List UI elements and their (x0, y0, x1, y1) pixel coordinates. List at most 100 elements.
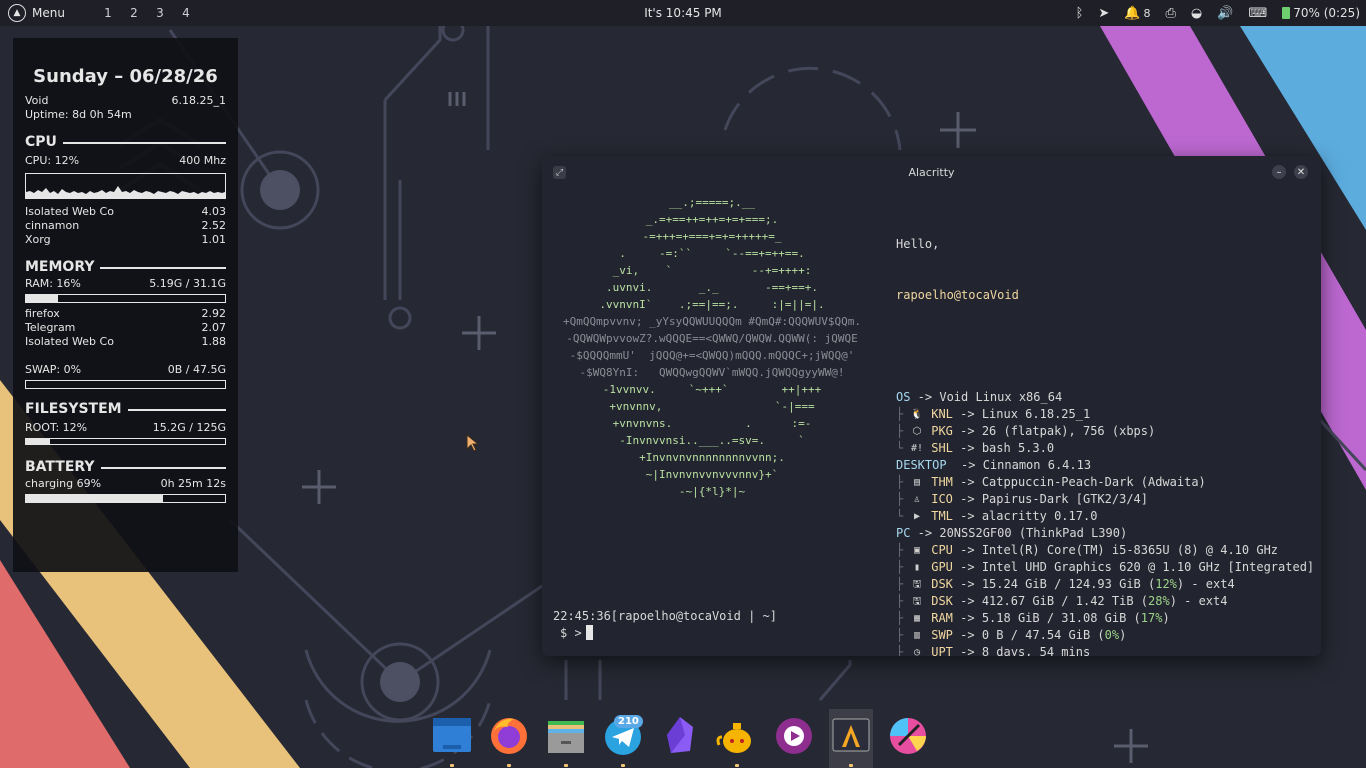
cpu-proc-3-value: 1.01 (201, 233, 227, 246)
workspace-switcher: 1 2 3 4 (95, 6, 199, 20)
info-key: SHL (931, 441, 953, 455)
battery-indicator[interactable]: 70% (0:25) (1282, 6, 1360, 20)
info-key: PC (896, 526, 911, 540)
dock-alacritty[interactable] (829, 709, 873, 768)
info-key: THM (931, 475, 953, 489)
info-line: └ ▶ TML -> alacritty 0.17.0 (896, 508, 1314, 525)
mem-proc-3-value: 1.88 (201, 335, 227, 348)
tree-branch: ├ (896, 407, 904, 421)
dock-media-player[interactable] (772, 709, 816, 768)
dock-obsidian[interactable] (658, 709, 702, 768)
battery-bar-fill (26, 495, 164, 502)
void-logo-icon: ▲ (8, 4, 26, 22)
info-value: -> 26 (flatpak), 756 (xbps) (952, 424, 1156, 438)
ascii-line: .vvnvnI` .;==|==;. :|=||=|. (599, 298, 825, 311)
battery-bar (25, 494, 226, 503)
ram-bar-fill (26, 295, 58, 302)
cpu-graph (25, 173, 226, 199)
ascii-logo: __.;=====;.__ _.=+==++=++=+=+===;. -=+++=+… (552, 194, 872, 500)
info-tail: ) (1162, 611, 1170, 625)
bluetooth-icon[interactable]: ᛒ (1076, 6, 1084, 21)
swap-value: 0B / 47.5G (167, 363, 226, 376)
info-line: ├ ▤ THM -> Catppuccin-Peach-Dark (Adwaita… (896, 474, 1314, 491)
info-value: -> Intel UHD Graphics 620 @ 1.10 GHz [In… (952, 560, 1315, 574)
terminal-body[interactable]: __.;=====;.__ _.=+==++=++=+=+===;. -=+++=+… (542, 188, 1321, 656)
dock-telegram[interactable]: 210 (601, 709, 645, 768)
battery-header: BATTERY (25, 459, 95, 475)
dock-files-window[interactable] (430, 709, 474, 768)
info-line: ├ ▣ CPU -> Intel(R) Core(TM) i5-8365U (8)… (896, 542, 1314, 559)
alacritty-window[interactable]: ⤢ Alacritty – ✕ __.;=====;.__ _.=+==++=++… (542, 156, 1321, 656)
volume-icon[interactable]: 🔊 (1217, 6, 1233, 21)
window-menu-icon[interactable]: ⤢ (553, 166, 566, 179)
running-indicator (621, 764, 625, 767)
filesystem-header: FILESYSTEM (25, 401, 122, 417)
info-value: -> 5.18 GiB / 31.08 GiB ( (952, 611, 1141, 625)
fastfetch-info: Hello, rapoelho@tocaVoid OS -> Void Linu… (896, 202, 1314, 656)
root-bar-fill (26, 439, 50, 444)
menu-button[interactable]: ▲ Menu (0, 0, 73, 26)
info-tail: ) - ext4 (1176, 577, 1235, 591)
workspace-3[interactable]: 3 (147, 6, 173, 20)
workspace-1[interactable]: 1 (95, 6, 121, 20)
telegram-tray-icon[interactable]: ➤ (1098, 6, 1109, 21)
close-button[interactable]: ✕ (1294, 165, 1308, 179)
tree-branch: ├ (896, 560, 904, 574)
tree-branch: ├ (896, 543, 904, 557)
info-value: -> 20NSS2GF00 (ThinkPad L390) (910, 526, 1128, 540)
workspace-4[interactable]: 4 (173, 6, 199, 20)
info-line: DESKTOP -> Cinnamon 6.4.13 (896, 457, 1314, 474)
panel-clock[interactable]: It's 10:45 PM (644, 6, 722, 20)
prompt-input[interactable]: $ > (560, 625, 593, 642)
file-manager-icon (548, 721, 584, 753)
running-indicator (564, 764, 568, 767)
user-host: rapoelho@tocaVoid (896, 288, 1019, 302)
info-icon: 🐧 (910, 409, 924, 420)
dock-krita[interactable] (886, 709, 930, 768)
cpu-usage: CPU: 12% (25, 154, 80, 167)
info-key: SWP (931, 628, 953, 642)
info-value: -> bash 5.3.0 (952, 441, 1055, 455)
minimize-button[interactable]: – (1272, 165, 1286, 179)
info-line: ├ ▥ SWP -> 0 B / 47.54 GiB (0%) (896, 627, 1314, 644)
ascii-line: +vnvnvns. . :=- (612, 417, 812, 430)
tree-branch: ├ (896, 492, 904, 506)
workspace-2[interactable]: 2 (121, 6, 147, 20)
tree-branch: ├ (896, 424, 904, 438)
info-line: ├ ⬡ PKG -> 26 (flatpak), 756 (xbps) (896, 423, 1314, 440)
info-value: -> Cinnamon 6.4.13 (946, 458, 1092, 472)
dock-firefox[interactable] (487, 709, 531, 768)
info-key: GPU (931, 560, 953, 574)
printer-icon[interactable]: ⎙ (1166, 6, 1176, 21)
ascii-line: .uvnvi. _._ -==+==+. (606, 281, 818, 294)
conky-widget: Sunday – 06/28/26 Void 6.18.25_1 Uptime: … (13, 38, 238, 572)
conky-uptime: Uptime: 8d 0h 54m (25, 108, 132, 121)
ascii-line: __.;=====;.__ (668, 196, 756, 209)
mem-proc-1-name: firefox (25, 307, 60, 320)
info-icon: ▤ (913, 477, 921, 488)
cpu-proc-1-value: 4.03 (201, 205, 227, 218)
info-icon: ◷ (913, 647, 921, 656)
info-value: -> Intel(R) Core(TM) i5-8365U (8) @ 4.10… (952, 543, 1279, 557)
info-line: ├ 🐧 KNL -> Linux 6.18.25_1 (896, 406, 1314, 423)
keyboard-icon[interactable]: ⌨ (1248, 6, 1267, 21)
prompt-line: 22:45:36[rapoelho@tocaVoid | ~] (553, 609, 777, 623)
dock-teapot-app[interactable] (715, 709, 759, 768)
running-indicator (735, 764, 739, 767)
notifications-icon[interactable]: 🔔 8 (1124, 6, 1150, 21)
info-line: ├ ♙ ICO -> Papirus-Dark [GTK2/3/4] (896, 491, 1314, 508)
prompt-symbol: $ > (560, 626, 582, 640)
dock-file-manager[interactable] (544, 709, 588, 768)
info-value: -> Catppuccin-Peach-Dark (Adwaita) (952, 475, 1206, 489)
conky-distro: Void (25, 94, 49, 107)
info-key: KNL (931, 407, 953, 421)
dock: 210 (426, 709, 934, 768)
wifi-icon[interactable]: ◒ (1191, 6, 1202, 21)
cpu-graph-plot (26, 186, 225, 198)
battery-text: 70% (0:25) (1293, 6, 1360, 20)
info-key: ICO (931, 492, 953, 506)
info-tail: ) - ext4 (1169, 594, 1228, 608)
tree-branch: ├ (896, 611, 904, 625)
info-icon: 🖫 (912, 596, 922, 607)
window-titlebar[interactable]: ⤢ Alacritty – ✕ (542, 156, 1321, 188)
